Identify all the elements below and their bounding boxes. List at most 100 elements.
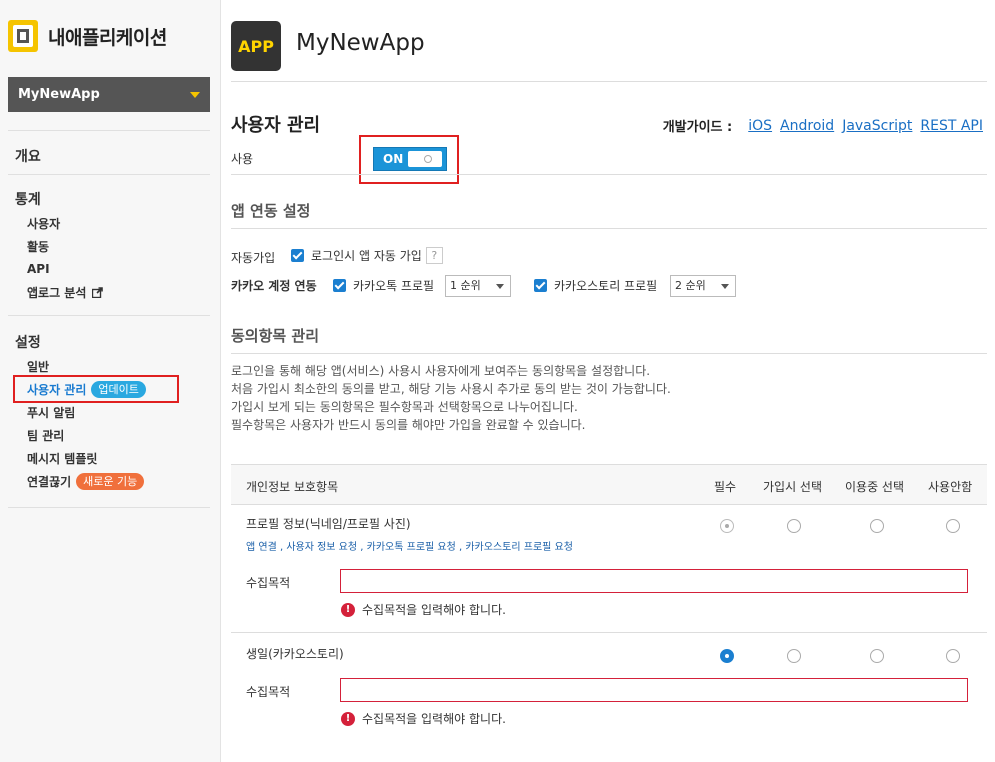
error-text: 수집목적을 입력해야 합니다. — [362, 712, 506, 726]
sidebar-section-stats: 통계 — [15, 192, 41, 208]
radio-join-optional[interactable] — [787, 519, 801, 533]
consent-table-header: 개인정보 보호항목 필수 가입시 선택 이용중 선택 사용안함 — [231, 464, 987, 505]
error-message: ! 수집목적을 입력해야 합니다. — [341, 601, 506, 618]
consent-description: 로그인을 통해 해당 앱(서비스) 사용시 사용자에게 보여주는 동의항목을 설… — [231, 362, 671, 434]
chevron-down-icon — [496, 284, 504, 289]
error-text: 수집목적을 입력해야 합니다. — [362, 603, 506, 617]
api-link[interactable]: 카카오스토리 프로필 요청 — [465, 542, 573, 553]
purpose-input[interactable] — [340, 678, 968, 702]
section-title-app-link: 앱 연동 설정 — [231, 202, 311, 220]
desc-line: 처음 가입시 최소한의 동의를 받고, 해당 기능 사용시 추가로 동의 받는 … — [231, 382, 671, 396]
dev-guide-links: 개발가이드 : iOS Android JavaScript REST API — [662, 116, 983, 136]
divider — [231, 632, 987, 633]
divider — [231, 174, 987, 175]
talk-profile-label: 카카오톡 프로필 — [353, 279, 435, 293]
app-logo-icon — [8, 20, 38, 52]
app-icon: APP — [231, 21, 281, 71]
sidebar-item-api[interactable]: API — [27, 260, 50, 278]
app-selector[interactable]: MyNewApp — [8, 77, 210, 112]
external-link-icon — [92, 286, 104, 298]
section-title-user-management: 사용자 관리 — [231, 115, 321, 136]
api-link[interactable]: 카카오톡 프로필 요청 — [367, 542, 456, 553]
col-header-item: 개인정보 보호항목 — [246, 480, 339, 494]
error-message: ! 수집목적을 입력해야 합니다. — [341, 710, 506, 727]
api-link[interactable]: 앱 연결 — [246, 542, 277, 553]
logo[interactable]: 내애플리케이션 — [8, 20, 167, 52]
desc-line: 가입시 보게 되는 동의항목은 필수항목과 선택항목으로 나누어집니다. — [231, 400, 578, 414]
desc-line: 로그인을 통해 해당 앱(서비스) 사용시 사용자에게 보여주는 동의항목을 설… — [231, 364, 651, 378]
col-header-join-optional: 가입시 선택 — [763, 480, 823, 494]
radio-join-optional[interactable] — [787, 649, 801, 663]
sidebar-item-message-template[interactable]: 메시지 템플릿 — [27, 449, 97, 467]
talk-profile-checkbox[interactable] — [333, 279, 346, 292]
new-feature-badge: 새로운 기능 — [76, 472, 145, 490]
sidebar-item-push[interactable]: 푸시 알림 — [27, 403, 75, 421]
talk-rank-select[interactable]: 1 순위 — [445, 275, 511, 297]
divider — [8, 315, 210, 316]
sidebar-item-applog[interactable]: 앱로그 분석 — [27, 283, 104, 301]
auto-join-label: 자동가입 — [231, 251, 276, 265]
chevron-down-icon — [721, 284, 729, 289]
highlight-box — [359, 135, 459, 184]
divider — [231, 81, 987, 82]
story-rank-value: 2 순위 — [675, 279, 706, 292]
radio-unused[interactable] — [946, 519, 960, 533]
guide-link-javascript[interactable]: JavaScript — [842, 118, 912, 134]
sidebar-item-activity[interactable]: 활동 — [27, 237, 49, 255]
desc-line: 필수항목은 사용자가 반드시 동의를 해야만 가입을 완료할 수 있습니다. — [231, 418, 586, 432]
purpose-input[interactable] — [340, 569, 968, 593]
purpose-label: 수집목적 — [246, 685, 291, 699]
sidebar-item-unlink[interactable]: 연결끊기 새로운 기능 — [27, 472, 145, 490]
divider — [231, 228, 987, 229]
divider — [8, 174, 210, 175]
col-header-use-optional: 이용중 선택 — [845, 480, 905, 494]
related-api-links: 앱 연결 , 사용자 정보 요청 , 카카오톡 프로필 요청 , 카카오스토리 … — [246, 542, 573, 553]
use-label: 사용 — [231, 152, 254, 166]
sidebar-item-label: 앱로그 분석 — [27, 285, 87, 300]
dev-guide-label: 개발가이드 : — [662, 120, 733, 135]
sidebar-item-users[interactable]: 사용자 — [27, 214, 60, 232]
section-title-consent: 동의항목 관리 — [231, 327, 320, 345]
radio-required[interactable] — [720, 519, 734, 533]
auto-join-option[interactable]: 로그인시 앱 자동 가입 ? — [291, 247, 443, 264]
story-rank-select[interactable]: 2 순위 — [670, 275, 736, 297]
consent-item-name: 프로필 정보(닉네임/프로필 사진) — [246, 517, 411, 531]
sidebar-title: 내애플리케이션 — [48, 26, 167, 49]
main-content: APP MyNewApp 사용자 관리 개발가이드 : iOS Android … — [221, 0, 995, 762]
divider — [8, 130, 210, 131]
story-profile-checkbox[interactable] — [534, 279, 547, 292]
talk-rank-value: 1 순위 — [450, 279, 481, 292]
sidebar-item-general[interactable]: 일반 — [27, 357, 49, 375]
auto-join-checkbox[interactable] — [291, 249, 304, 262]
story-profile-label: 카카오스토리 프로필 — [554, 279, 658, 293]
radio-use-optional[interactable] — [870, 519, 884, 533]
help-icon[interactable]: ? — [425, 247, 443, 264]
sidebar-item-team[interactable]: 팀 관리 — [27, 426, 64, 444]
guide-link-rest-api[interactable]: REST API — [920, 118, 983, 134]
kakao-link-label: 카카오 계정 연동 — [231, 279, 317, 293]
col-header-unused: 사용안함 — [928, 480, 973, 494]
guide-link-android[interactable]: Android — [780, 118, 834, 134]
divider — [8, 507, 210, 508]
divider — [231, 353, 987, 354]
radio-required[interactable] — [720, 649, 734, 663]
api-link[interactable]: 사용자 정보 요청 — [286, 542, 357, 553]
story-profile-option[interactable]: 카카오스토리 프로필 — [534, 277, 657, 294]
purpose-label: 수집목적 — [246, 576, 291, 590]
col-header-required: 필수 — [714, 480, 737, 494]
radio-use-optional[interactable] — [870, 649, 884, 663]
page-title: MyNewApp — [296, 30, 425, 56]
radio-unused[interactable] — [946, 649, 960, 663]
chevron-down-icon — [190, 92, 200, 98]
app-selector-label: MyNewApp — [18, 87, 100, 102]
talk-profile-option[interactable]: 카카오톡 프로필 — [333, 277, 434, 294]
highlight-box — [13, 375, 179, 403]
error-icon: ! — [341, 711, 355, 726]
auto-join-option-label: 로그인시 앱 자동 가입 — [311, 249, 422, 263]
consent-item-name: 생일(카카오스토리) — [246, 647, 344, 661]
sidebar-section-settings: 설정 — [15, 335, 41, 351]
sidebar-item-overview[interactable]: 개요 — [15, 146, 41, 166]
guide-link-ios[interactable]: iOS — [748, 118, 772, 134]
sidebar-item-label: 연결끊기 — [27, 474, 72, 489]
error-icon: ! — [341, 602, 355, 617]
